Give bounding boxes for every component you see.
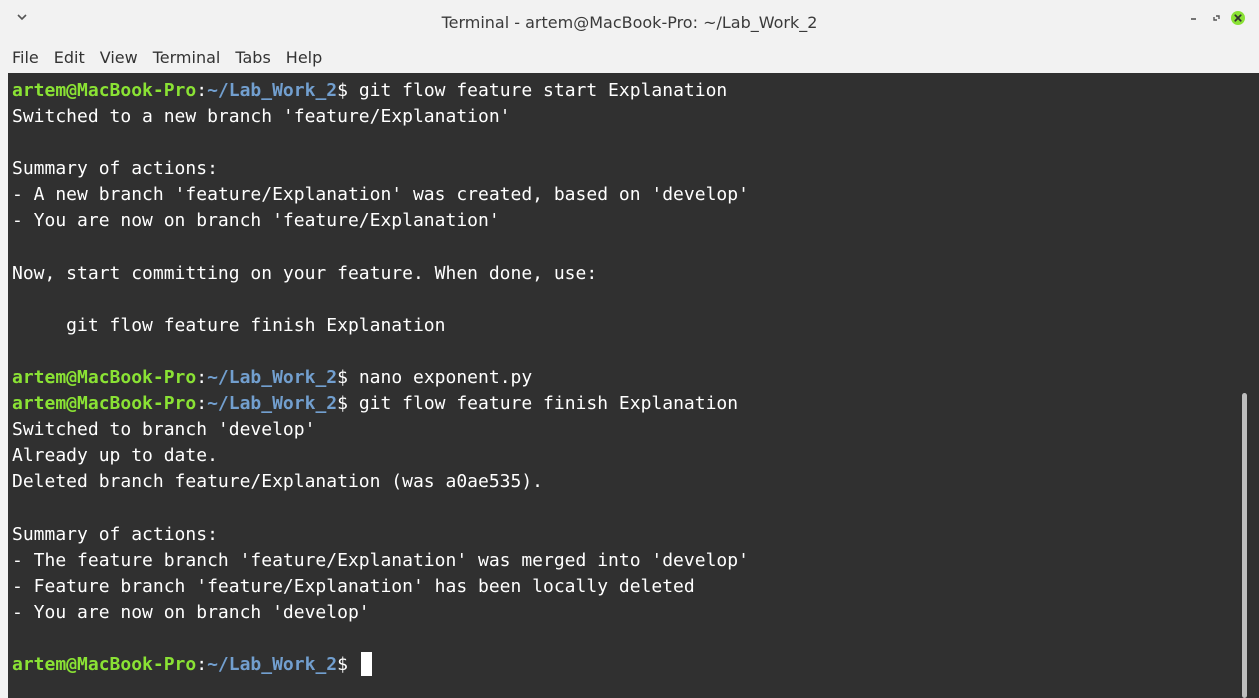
- prompt-line: artem@MacBook-Pro:~/Lab_Work_2$: [12, 652, 749, 678]
- prompt-symbol: $: [337, 654, 348, 676]
- scrollbar[interactable]: [1239, 73, 1259, 698]
- output-line: Switched to a new branch 'feature/Explan…: [12, 106, 511, 128]
- window-title: Terminal - artem@MacBook-Pro: ~/Lab_Work…: [441, 13, 818, 32]
- menu-tabs[interactable]: Tabs: [227, 44, 277, 72]
- terminal-lines: artem@MacBook-Pro:~/Lab_Work_2$ git flow…: [12, 78, 749, 678]
- prompt-path: ~/Lab_Work_2: [207, 80, 338, 101]
- menu-terminal[interactable]: Terminal: [145, 44, 228, 72]
- prompt-path: ~/Lab_Work_2: [207, 367, 338, 389]
- prompt-path: ~/Lab_Work_2: [207, 654, 338, 676]
- menu-help[interactable]: Help: [278, 44, 329, 72]
- command-text: git flow feature finish Explanation: [358, 393, 739, 415]
- prompt-path: ~/Lab_Work_2: [207, 393, 338, 415]
- output-line: Summary of actions:: [12, 158, 218, 180]
- title-bar[interactable]: Terminal - artem@MacBook-Pro: ~/Lab_Work…: [0, 0, 1259, 42]
- output-line: Already up to date.: [12, 445, 218, 467]
- close-icon[interactable]: [1229, 9, 1247, 27]
- output-line: git flow feature finish Explanation: [12, 314, 446, 336]
- output-line: - You are now on branch 'feature/Explana…: [12, 210, 500, 232]
- maximize-icon[interactable]: [1208, 9, 1226, 27]
- command-text: nano exponent.py: [358, 367, 533, 389]
- prompt-line: artem@MacBook-Pro:~/Lab_Work_2$ git flow…: [12, 78, 749, 104]
- menu-edit[interactable]: Edit: [46, 44, 92, 72]
- prompt-line: artem@MacBook-Pro:~/Lab_Work_2$ git flow…: [12, 391, 749, 417]
- terminal-window: Terminal - artem@MacBook-Pro: ~/Lab_Work…: [0, 0, 1259, 698]
- command-text: git flow feature start Explanation: [358, 80, 728, 101]
- prompt-symbol: $: [337, 367, 348, 389]
- prompt-user-host: artem@MacBook-Pro: [12, 367, 197, 389]
- prompt-symbol: $: [337, 80, 348, 101]
- prompt-colon: :: [196, 654, 208, 676]
- minimize-icon[interactable]: [1186, 9, 1204, 27]
- prompt-line: artem@MacBook-Pro:~/Lab_Work_2$ nano exp…: [12, 365, 749, 391]
- prompt-colon: :: [196, 367, 208, 389]
- menu-file[interactable]: File: [4, 44, 46, 72]
- prompt-user-host: artem@MacBook-Pro: [12, 80, 197, 101]
- output-line: Switched to branch 'develop': [12, 419, 316, 441]
- prompt-colon: :: [196, 393, 208, 415]
- output-line: Summary of actions:: [12, 523, 218, 545]
- prompt-user-host: artem@MacBook-Pro: [12, 393, 197, 415]
- prompt-user-host: artem@MacBook-Pro: [12, 654, 197, 676]
- prompt-symbol: $: [337, 393, 348, 415]
- prompt-colon: :: [196, 80, 208, 101]
- output-line: - The feature branch 'feature/Explanatio…: [12, 549, 749, 571]
- menu-bar: File Edit View Terminal Tabs Help: [0, 42, 1259, 73]
- output-line: - You are now on branch 'develop': [12, 601, 370, 623]
- output-line: - A new branch 'feature/Explanation' was…: [12, 184, 749, 206]
- text-cursor: [360, 652, 372, 677]
- output-line: - Feature branch 'feature/Explanation' h…: [12, 575, 695, 597]
- output-line: Deleted branch feature/Explanation (was …: [12, 471, 544, 493]
- menu-view[interactable]: View: [92, 44, 145, 72]
- scrollbar-thumb[interactable]: [1242, 393, 1247, 698]
- output-line: Now, start committing on your feature. W…: [12, 262, 598, 284]
- terminal-output[interactable]: artem@MacBook-Pro:~/Lab_Work_2$ git flow…: [8, 73, 1239, 698]
